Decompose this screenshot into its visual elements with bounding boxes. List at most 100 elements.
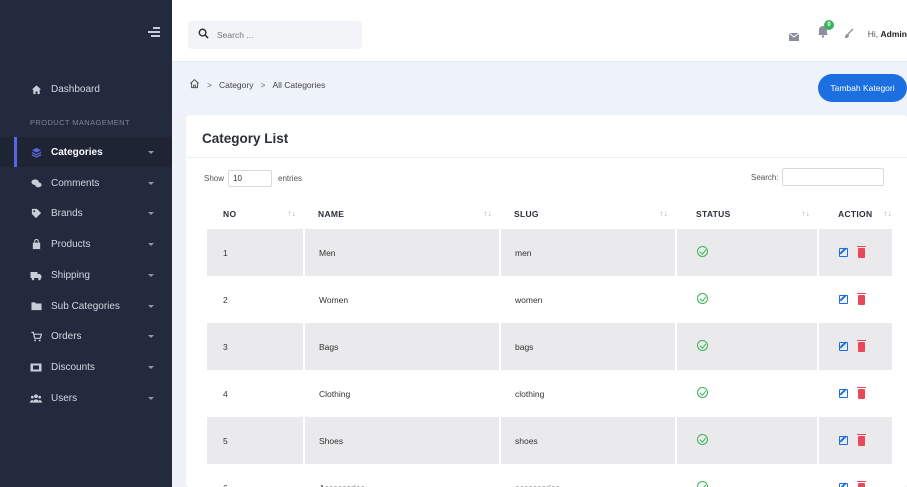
cell-status (675, 417, 818, 464)
cell-status (675, 323, 818, 370)
sidebar-item-label: Comments (51, 177, 100, 189)
edit-icon[interactable] (839, 295, 848, 304)
sort-icon: ↑↓ (883, 209, 892, 218)
entries-select[interactable]: 10 (228, 170, 273, 187)
sidebar-item-orders[interactable]: Orders (0, 321, 172, 351)
users-icon (30, 392, 42, 404)
table-row: 4 Clothing clothing (207, 370, 892, 417)
ticket-icon (30, 361, 42, 373)
sort-icon: ↑↓ (801, 209, 810, 218)
chevron-down-icon (148, 242, 154, 246)
edit-icon[interactable] (839, 248, 848, 257)
cell-slug: clothing (499, 370, 676, 417)
breadcrumb-item: All Categories (272, 79, 326, 90)
section-label: PRODUCT MANAGEMENT (30, 118, 130, 127)
sidebar-item-label: Shipping (51, 269, 90, 281)
table-search: Search: (751, 168, 884, 186)
cell-action (817, 370, 892, 417)
mail-icon[interactable] (788, 28, 800, 46)
sidebar-item-users[interactable]: Users (0, 383, 172, 413)
sidebar-item-products[interactable]: Products (0, 229, 172, 259)
username: Admin (880, 29, 907, 39)
cell-name: Clothing (303, 370, 500, 417)
cell-no: 1 (207, 229, 304, 276)
show-label: Show (204, 174, 225, 183)
chevron-down-icon (148, 211, 154, 215)
edit-icon[interactable] (839, 436, 848, 445)
trash-icon[interactable] (857, 480, 866, 487)
sidebar-item-label: Users (51, 392, 78, 404)
cell-name: Bags (303, 323, 500, 370)
sidebar: Dashboard PRODUCT MANAGEMENT Categories … (0, 0, 172, 487)
breadcrumb: > Category > All Categories (189, 78, 325, 91)
cell-action (817, 276, 892, 323)
column-header-status[interactable]: STATUS ↑↓ (676, 199, 818, 229)
add-category-button[interactable]: Tambah Kategori (818, 74, 907, 102)
comments-icon (30, 177, 42, 189)
search-box[interactable] (188, 21, 362, 49)
sidebar-item-sub-categories[interactable]: Sub Categories (0, 291, 172, 321)
sidebar-item-label: Sub Categories (51, 300, 120, 312)
sidebar-item-label: Brands (51, 207, 83, 219)
table-row: 6 Accessories accessories (207, 464, 892, 487)
search-input[interactable] (217, 30, 347, 40)
search-icon (198, 26, 209, 44)
chevron-down-icon (148, 396, 154, 400)
search-label: Search: (751, 172, 779, 182)
sidebar-item-shipping[interactable]: Shipping (0, 260, 172, 290)
sidebar-item-categories[interactable]: Categories (0, 137, 172, 167)
greeting-text: Hi, (867, 29, 879, 39)
edit-icon[interactable] (839, 389, 848, 398)
table-header-row: NO ↑↓ NAME ↑↓ SLUG ↑↓ STATUS ↑↓ ACTION ↑↓ (207, 199, 892, 229)
trash-icon[interactable] (857, 292, 866, 305)
category-table: NO ↑↓ NAME ↑↓ SLUG ↑↓ STATUS ↑↓ ACTION ↑↓ 1 M… (207, 199, 892, 487)
breadcrumb-item[interactable]: Category (219, 80, 254, 90)
sidebar-item-dashboard[interactable]: Dashboard (0, 74, 172, 104)
trash-icon[interactable] (857, 433, 866, 446)
column-header-action[interactable]: ACTION ↑↓ (818, 199, 892, 229)
check-circle-icon (697, 434, 708, 445)
table-controls: Show 10 entries Search: (186, 166, 907, 188)
home-icon[interactable] (189, 78, 200, 91)
trash-icon[interactable] (857, 339, 866, 352)
chevron-down-icon (148, 150, 154, 154)
column-header-no[interactable]: NO ↑↓ (207, 199, 304, 229)
cell-no: 3 (207, 323, 304, 370)
edit-icon[interactable] (839, 342, 848, 351)
topbar: 0 Hi, Admin (172, 0, 907, 62)
home-icon (30, 83, 42, 95)
cell-no: 6 (207, 464, 304, 487)
chevron-down-icon (148, 304, 154, 308)
cell-slug: bags (499, 323, 676, 370)
chevron-right-icon: > (207, 79, 212, 90)
check-circle-icon (697, 387, 708, 398)
chevron-down-icon (148, 273, 154, 277)
tag-icon (30, 207, 42, 219)
sidebar-item-label: Discounts (51, 361, 95, 373)
chevron-down-icon (148, 365, 154, 369)
sidebar-item-discounts[interactable]: Discounts (0, 352, 172, 382)
column-header-slug[interactable]: SLUG ↑↓ (500, 199, 676, 229)
trash-icon[interactable] (857, 386, 866, 399)
cell-action (817, 229, 892, 276)
check-circle-icon (697, 293, 708, 304)
table-row: 1 Men men (207, 229, 892, 276)
cell-slug: shoes (499, 417, 676, 464)
brush-icon[interactable] (844, 26, 854, 44)
sort-icon: ↑↓ (483, 209, 492, 218)
sidebar-item-comments[interactable]: Comments (0, 168, 172, 198)
sidebar-toggle-icon[interactable] (148, 27, 160, 37)
cell-action (817, 464, 892, 487)
check-circle-icon (697, 481, 708, 487)
chevron-right-icon: > (260, 79, 266, 90)
trash-icon[interactable] (857, 245, 866, 258)
column-header-name[interactable]: NAME ↑↓ (304, 199, 500, 229)
cell-no: 5 (207, 417, 304, 464)
table-search-input[interactable] (781, 168, 884, 186)
sidebar-item-brands[interactable]: Brands (0, 198, 172, 228)
user-greeting[interactable]: Hi, Admin (868, 29, 907, 39)
cell-no: 4 (223, 388, 228, 399)
cell-slug: men (499, 229, 676, 276)
cell-name: Men (303, 229, 500, 276)
edit-icon[interactable] (839, 483, 848, 487)
